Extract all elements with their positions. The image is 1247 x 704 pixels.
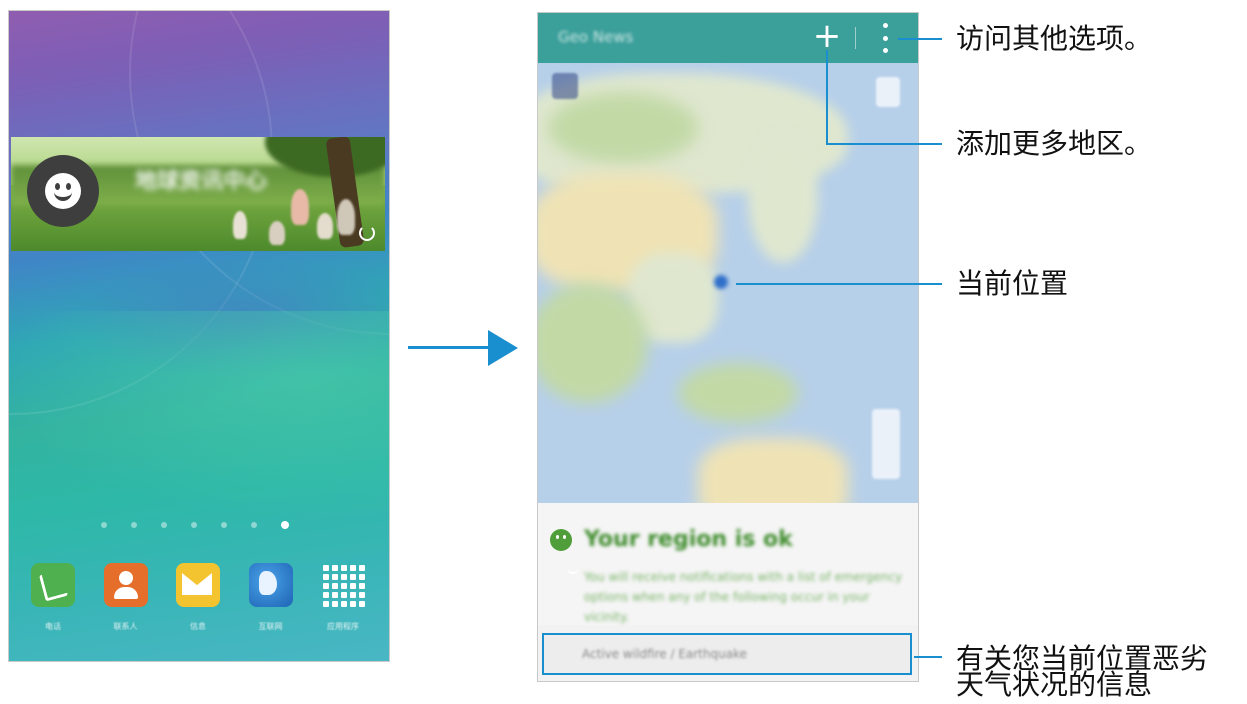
map-landmass <box>678 363 798 423</box>
app-dock: 电话 联系人 信息 互联网 应用程序 <box>23 563 373 632</box>
add-region-button[interactable]: + <box>810 19 844 53</box>
page-dot[interactable] <box>251 522 257 528</box>
dock-app-contacts[interactable]: 联系人 <box>96 563 156 632</box>
dock-app-apps[interactable]: 应用程序 <box>313 563 373 632</box>
page-dot[interactable] <box>161 522 167 528</box>
page-dot-active[interactable] <box>281 521 289 529</box>
map-zoom-control[interactable] <box>872 409 900 479</box>
callout-line-more-options <box>898 38 942 40</box>
geo-news-screen: Geo News + Your region is ok You will re… <box>537 12 919 682</box>
dock-app-messages[interactable]: 信息 <box>168 563 228 632</box>
dock-app-label: 应用程序 <box>327 622 359 631</box>
callout-severe-weather-line2: 天气状况的信息 <box>956 668 1153 701</box>
dock-app-phone[interactable]: 电话 <box>23 563 83 632</box>
severe-weather-item[interactable]: Active wildfire / Earthquake <box>542 633 912 675</box>
internet-icon[interactable] <box>248 563 293 607</box>
page-dot[interactable] <box>131 522 137 528</box>
dock-app-label: 电话 <box>45 622 61 631</box>
map-landmass <box>698 438 848 503</box>
refresh-icon[interactable] <box>359 225 375 241</box>
widget-figure <box>317 213 333 239</box>
dock-app-label: 互联网 <box>258 622 283 631</box>
ok-smiley-icon <box>550 529 579 574</box>
widget-figure <box>269 221 285 245</box>
dock-app-internet[interactable]: 互联网 <box>241 563 301 632</box>
callout-line-current-location <box>736 283 942 285</box>
map-landmass <box>548 93 698 163</box>
contacts-icon[interactable] <box>103 563 148 607</box>
callout-line-add-regions <box>826 50 828 144</box>
phone-icon[interactable] <box>31 563 75 607</box>
page-dot[interactable] <box>191 522 197 528</box>
more-options-icon[interactable] <box>880 23 890 53</box>
transition-arrow-line <box>408 346 492 349</box>
callout-current-location: 当前位置 <box>956 267 1069 300</box>
transition-arrow-icon <box>488 330 518 366</box>
callout-line-severe-weather <box>914 656 942 658</box>
page-dot[interactable] <box>101 522 107 528</box>
map-locate-button[interactable] <box>876 77 900 107</box>
callout-add-regions: 添加更多地区。 <box>956 127 1153 160</box>
smiley-icon <box>27 155 99 227</box>
geo-news-action-bar: Geo News + <box>538 13 918 63</box>
map-layer-button[interactable] <box>552 73 578 99</box>
page-dot[interactable] <box>221 522 227 528</box>
region-status-body: You will receive notifications with a li… <box>584 570 903 624</box>
geo-news-widget[interactable]: 地球资讯中心 <box>11 137 385 251</box>
dock-app-label: 联系人 <box>113 622 138 631</box>
wallpaper-wave <box>9 311 389 531</box>
widget-figure <box>233 211 247 239</box>
callout-line-add-regions <box>826 143 942 145</box>
action-bar-divider <box>855 27 856 49</box>
app-title: Geo News <box>558 28 634 46</box>
messages-icon[interactable] <box>176 563 220 607</box>
current-location-marker <box>714 275 728 289</box>
dock-app-label: 信息 <box>190 622 206 631</box>
widget-figure <box>291 189 309 225</box>
region-status-card: Your region is ok You will receive notif… <box>538 503 918 625</box>
map-landmass <box>748 133 818 263</box>
region-status-headline: Your region is ok <box>584 527 793 552</box>
callout-more-options: 访问其他选项。 <box>956 22 1153 55</box>
home-screen: 地球资讯中心 电话 联系人 信息 互联网 应用程序 <box>8 10 390 662</box>
widget-title: 地球资讯中心 <box>135 169 268 194</box>
apps-grid-icon[interactable] <box>321 563 365 607</box>
widget-figure <box>337 199 355 235</box>
page-indicator <box>101 521 289 529</box>
severe-weather-text: Active wildfire / Earthquake <box>582 647 747 661</box>
map-landmass <box>538 283 648 403</box>
